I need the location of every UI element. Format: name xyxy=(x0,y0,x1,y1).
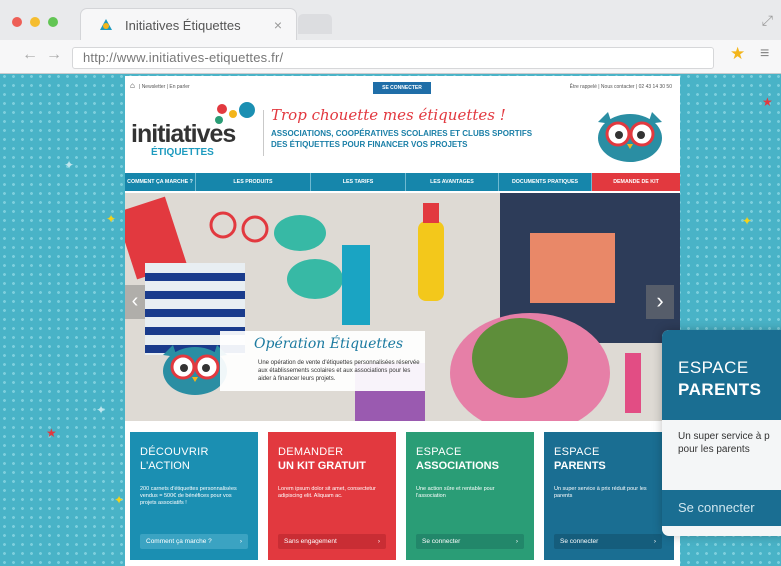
forward-button[interactable]: → xyxy=(46,46,62,64)
url-input[interactable]: http://www.initiatives-etiquettes.fr/ xyxy=(72,47,714,69)
espace-parents-zoom-card[interactable]: ESPACE PARENTS Un super service à p pour… xyxy=(662,330,781,536)
decorative-star-icon: ✦ xyxy=(64,158,75,172)
hero-slider[interactable]: ‹ › Opération Étiquettes Une opération d… xyxy=(125,193,680,421)
nav-documents[interactable]: DOCUMENTS PRATIQUES xyxy=(499,173,592,191)
tagline: Trop chouette mes étiquettes ! xyxy=(271,106,506,124)
owl-mascot-icon xyxy=(598,112,662,162)
chevron-right-icon: › xyxy=(515,538,518,545)
button-label: Comment ça marche ? xyxy=(146,538,212,545)
card-espace-associations[interactable]: ESPACE ASSOCIATIONS Une action sûre et r… xyxy=(406,432,534,560)
chevron-right-icon: › xyxy=(653,538,656,545)
associations-login-button[interactable]: Se connecter › xyxy=(416,534,524,549)
main-nav: COMMENT ÇA MARCHE ? LES PRODUITS LES TAR… xyxy=(125,173,680,191)
card-body: Une action sûre et rentable pour l'assoc… xyxy=(416,486,495,499)
chevron-right-icon: › xyxy=(377,538,380,545)
menu-icon[interactable]: ≡ xyxy=(760,45,769,63)
tab-title: Initiatives Étiquettes xyxy=(125,18,241,33)
card-title-2: PARENTS xyxy=(554,460,606,472)
card-body: Lorem ipsum dolor sit amet, consectetur … xyxy=(278,486,376,499)
decorative-star-icon: ✦ xyxy=(114,493,125,507)
card-title-2: UN KIT GRATUIT xyxy=(278,460,366,472)
popout-body-line-2: pour les parents xyxy=(678,444,750,455)
hero-prev-button[interactable]: ‹ xyxy=(125,285,145,319)
decorative-star-icon: ✦ xyxy=(96,403,107,417)
popout-body-line-1: Un super service à p xyxy=(678,431,770,442)
popout-login-label: Se connecter xyxy=(678,500,755,515)
address-bar-row: ← → http://www.initiatives-etiquettes.fr… xyxy=(0,40,781,73)
tab-bar: Initiatives Étiquettes × ⤢ xyxy=(0,0,781,41)
card-title-1: DEMANDER xyxy=(278,446,344,458)
browser-tab[interactable]: Initiatives Étiquettes × xyxy=(80,8,297,41)
button-label: Se connecter xyxy=(560,538,599,545)
bookmark-star-icon[interactable]: ★ xyxy=(730,44,745,64)
logo-star-badge xyxy=(239,102,255,118)
card-title-2: L'ACTION xyxy=(140,460,190,472)
popout-header: ESPACE PARENTS xyxy=(662,330,781,420)
login-button[interactable]: SE CONNECTER xyxy=(373,82,431,94)
card-demander-kit[interactable]: DEMANDER UN KIT GRATUIT Lorem ipsum dolo… xyxy=(268,432,396,560)
hero-next-button[interactable]: › xyxy=(646,285,674,319)
browser-chrome: Initiatives Étiquettes × ⤢ ← → http://ww… xyxy=(0,0,781,74)
logo-text: initiatives xyxy=(131,120,236,148)
popout-title-2: PARENTS xyxy=(678,380,762,399)
button-label: Se connecter xyxy=(422,538,461,545)
fullscreen-icon[interactable]: ⤢ xyxy=(762,12,773,29)
decorative-star-icon: ★ xyxy=(46,426,57,440)
topbar-contact[interactable]: Être rappelé | Nous contacter | 02 43 14… xyxy=(570,84,672,90)
card-decouvrir[interactable]: DÉCOUVRIR L'ACTION 200 carnets d'étiquet… xyxy=(130,432,258,560)
decorative-star-icon: ✦ xyxy=(742,214,753,228)
site-favicon-icon xyxy=(100,19,112,30)
logo-dot xyxy=(217,104,227,114)
url-text: http://www.initiatives-etiquettes.fr/ xyxy=(83,50,284,65)
logo-dot xyxy=(229,110,237,118)
nav-avantages[interactable]: LES AVANTAGES xyxy=(406,173,499,191)
chevron-right-icon: › xyxy=(239,538,242,545)
sans-engagement-button[interactable]: Sans engagement › xyxy=(278,534,386,549)
card-body: 200 carnets d'étiquettes personnalisées … xyxy=(140,486,237,506)
decorative-star-icon: ★ xyxy=(762,95,773,109)
popout-title-1: ESPACE xyxy=(678,358,749,377)
site-logo[interactable]: initiatives ÉTIQUETTES xyxy=(131,102,261,164)
maximize-window-button[interactable] xyxy=(48,17,58,27)
logo-subtext: ÉTIQUETTES xyxy=(151,147,214,158)
nav-produits[interactable]: LES PRODUITS xyxy=(196,173,311,191)
parents-login-button[interactable]: Se connecter › xyxy=(554,534,662,549)
card-title-1: ESPACE xyxy=(416,446,462,458)
card-title-1: DÉCOUVRIR xyxy=(140,446,209,458)
nav-tarifs[interactable]: LES TARIFS xyxy=(311,173,406,191)
hero-title: Opération Étiquettes xyxy=(254,336,404,352)
popout-login-button[interactable]: Se connecter xyxy=(662,490,781,526)
card-title-2: ASSOCIATIONS xyxy=(416,460,499,472)
close-window-button[interactable] xyxy=(12,17,22,27)
headline-2: DES ÉTIQUETTES POUR FINANCER VOS PROJETS xyxy=(271,140,468,149)
site-topbar: ⌂ | Newsletter | En parler SE CONNECTER … xyxy=(125,76,680,98)
topbar-links[interactable]: | Newsletter | En parler xyxy=(139,84,190,90)
minimize-window-button[interactable] xyxy=(30,17,40,27)
button-label: Sans engagement xyxy=(284,538,337,545)
card-title-1: ESPACE xyxy=(554,446,600,458)
header-divider xyxy=(263,110,264,156)
comment-ca-marche-button[interactable]: Comment ça marche ? › xyxy=(140,534,248,549)
headline-1: ASSOCIATIONS, COOPÉRATIVES SCOLAIRES ET … xyxy=(271,129,533,138)
popout-body: Un super service à p pour les parents xyxy=(678,430,781,456)
hero-text: Une opération de vente d'étiquettes pers… xyxy=(258,360,420,382)
card-espace-parents[interactable]: ESPACE PARENTS Un super service à prix r… xyxy=(544,432,674,560)
decorative-star-icon: ✦ xyxy=(106,212,117,226)
back-button[interactable]: ← xyxy=(22,46,38,64)
card-body: Un super service à prix réduit pour les … xyxy=(554,486,647,499)
nav-comment-ca-marche[interactable]: COMMENT ÇA MARCHE ? xyxy=(125,173,196,191)
new-tab-button[interactable] xyxy=(298,14,332,34)
nav-demande-kit[interactable]: DEMANDE DE KIT xyxy=(592,173,680,191)
home-icon[interactable]: ⌂ xyxy=(130,81,135,90)
tab-close-icon[interactable]: × xyxy=(274,17,282,33)
website-page: ⌂ | Newsletter | En parler SE CONNECTER … xyxy=(125,76,680,566)
hero-caption: Opération Étiquettes Une opération de ve… xyxy=(220,331,425,391)
